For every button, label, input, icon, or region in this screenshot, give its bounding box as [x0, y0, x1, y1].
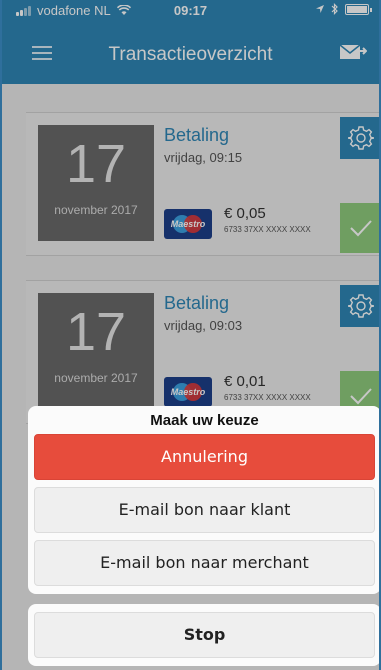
cancel-transaction-button[interactable]: Annulering — [34, 434, 375, 480]
action-sheet-cancel-group: Stop — [28, 604, 379, 666]
action-sheet-title: Maak uw keuze — [150, 412, 259, 429]
action-sheet: Maak uw keuze Annulering E-mail bon naar… — [28, 406, 379, 594]
email-merchant-receipt-button[interactable]: E-mail bon naar merchant — [34, 540, 375, 586]
app-frame: vodafone NL 09:17 Transactieoverzicht 17… — [0, 0, 381, 670]
email-customer-receipt-button[interactable]: E-mail bon naar klant — [34, 487, 375, 533]
stop-button[interactable]: Stop — [34, 612, 375, 658]
